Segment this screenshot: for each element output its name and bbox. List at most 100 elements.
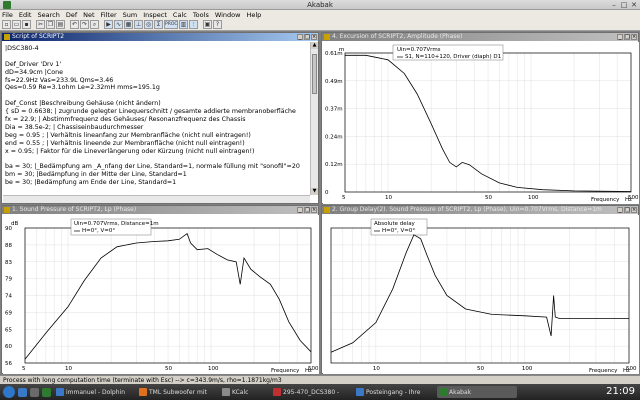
start-menu-icon[interactable]: [3, 386, 15, 398]
find-icon[interactable]: ⌕: [90, 20, 99, 29]
run-icon[interactable]: ▶: [104, 20, 113, 29]
menu-file[interactable]: File: [2, 11, 13, 19]
menu-tools[interactable]: Tools: [193, 11, 209, 19]
app-window: Akabak – □ ✕ File Edit Search Def Net Fi…: [0, 0, 640, 400]
redo-icon[interactable]: ↷: [80, 20, 89, 29]
help-icon[interactable]: ?: [213, 20, 222, 29]
spl-plot-window[interactable]: 1. Sound Pressure of SCRIPT2, Lp (Phase)…: [1, 205, 319, 374]
taskbar-item[interactable]: immanuel - Dolphin: [54, 386, 134, 398]
menu-window[interactable]: Window: [215, 11, 241, 19]
impulse-icon[interactable]: ⊥: [134, 20, 143, 29]
vertical-scrollbar[interactable]: ▲ ▼: [310, 42, 318, 195]
taskbar-item[interactable]: TML Subwoofer mit: [137, 386, 217, 398]
menu-inspect[interactable]: Inspect: [143, 11, 167, 19]
task-label: immanuel - Dolphin: [66, 388, 126, 396]
system-icon[interactable]: [30, 387, 39, 397]
toolbar-separator: [199, 20, 202, 29]
maximize-icon[interactable]: □: [624, 34, 630, 40]
taskbar-item[interactable]: 295-470_DCS380 -: [271, 386, 351, 398]
desktop-icon[interactable]: [18, 387, 27, 397]
legend-line-1: Uin=0.707Vrms, Distance=1m: [74, 221, 159, 227]
task-app-icon: [139, 388, 147, 396]
close-icon[interactable]: ×: [311, 34, 317, 40]
script-line: [5, 53, 308, 61]
close-icon[interactable]: ✕: [630, 1, 638, 9]
script-line: [5, 155, 308, 163]
excursion-plot-window[interactable]: 4. Excursion of SCRIPT2, Amplitude (Phas…: [321, 32, 639, 204]
menu-help[interactable]: Help: [246, 11, 261, 19]
script-window[interactable]: Script of SCRIPT2 _ □ × |DSC380-4 Def_Dr…: [1, 32, 319, 204]
close-icon[interactable]: ×: [631, 34, 637, 40]
y-tick-label: 65: [5, 327, 12, 333]
plot-window-icon: [324, 34, 330, 40]
graph-icon[interactable]: ∿: [114, 20, 123, 29]
scroll-thumb[interactable]: [312, 54, 317, 94]
script-line: beg = 0.95 ; | Verhältnis lineanfang zur…: [5, 131, 251, 139]
group-delay-chart: 10 50 100 500 Frequency Hz Absolute delay H…: [323, 215, 639, 374]
menu-calc[interactable]: Calc: [173, 11, 187, 19]
menu-def[interactable]: Def: [66, 11, 77, 19]
script-editor[interactable]: |DSC380-4 Def_Driver 'Drv 1' dD=34.9cm |C…: [3, 42, 310, 195]
print-icon[interactable]: ▣: [203, 20, 212, 29]
maximize-icon[interactable]: □: [620, 1, 628, 9]
maximize-icon[interactable]: □: [304, 207, 310, 213]
script-line: Qes=0.59 Re=3.1ohm Le=2.32mH mms=195.1g: [5, 84, 160, 92]
menu-edit[interactable]: Edit: [19, 11, 32, 19]
table-icon[interactable]: ▦: [124, 20, 133, 29]
spl-chart: 908883797469656056 5 10 50 100 500 dB Freque…: [3, 215, 319, 374]
menu-filter[interactable]: Filter: [101, 11, 117, 19]
polar-icon[interactable]: ◎: [144, 20, 153, 29]
contour-icon[interactable]: ▥: [179, 20, 188, 29]
task-label: Posteingang - Ihre: [366, 388, 421, 396]
scroll-down-icon[interactable]: ▼: [311, 188, 318, 195]
cut-icon[interactable]: ✂: [36, 20, 45, 29]
legend-line-1: Absolute delay: [374, 221, 416, 227]
close-icon[interactable]: ×: [311, 207, 317, 213]
group-delay-plot-window[interactable]: 2. Group Delay(2). Sound Pressure of SCR…: [321, 205, 639, 374]
spl-window-title[interactable]: 1. Sound Pressure of SCRIPT2, Lp (Phase): [2, 206, 318, 214]
save-icon[interactable]: ▪: [22, 20, 31, 29]
open-folder-icon[interactable]: ▭: [12, 20, 21, 29]
excursion-window-title[interactable]: 4. Excursion of SCRIPT2, Amplitude (Phas…: [322, 33, 638, 41]
minimize-icon[interactable]: _: [297, 207, 303, 213]
y-tick-label: 0.49m: [325, 79, 343, 85]
x-tick-label: 10: [385, 195, 392, 201]
task-app-icon: [56, 388, 64, 396]
filter-icon[interactable]: ⫶: [189, 20, 198, 29]
taskbar: immanuel - Dolphin TML Subwoofer mit KCalc…: [0, 384, 640, 400]
minimize-icon[interactable]: _: [297, 34, 303, 40]
task-label: TML Subwoofer mit: [149, 388, 207, 396]
script-window-controls: _ □ ×: [296, 34, 317, 40]
x-tick-label: 100: [522, 366, 533, 372]
paste-icon[interactable]: ▤: [56, 20, 65, 29]
y-tick-label: 0: [325, 190, 329, 196]
taskbar-item[interactable]: KCalc: [220, 386, 268, 398]
undo-icon[interactable]: ↶: [70, 20, 79, 29]
maximize-icon[interactable]: □: [304, 34, 310, 40]
minimize-icon[interactable]: –: [610, 1, 618, 9]
maximize-icon[interactable]: □: [624, 207, 630, 213]
y-tick-label: 0.24m: [325, 134, 343, 140]
horizontal-scrollbar[interactable]: [3, 195, 310, 203]
taskbar-item[interactable]: Akabak: [437, 386, 517, 398]
new-file-icon[interactable]: ▫: [2, 20, 11, 29]
copy-icon[interactable]: ❐: [46, 20, 55, 29]
scroll-up-icon[interactable]: ▲: [311, 42, 318, 49]
minimize-icon[interactable]: _: [617, 34, 623, 40]
menu-sum[interactable]: Sum: [123, 11, 138, 19]
sum-icon[interactable]: Σ: [154, 20, 163, 29]
close-icon[interactable]: ×: [631, 207, 637, 213]
menu-net[interactable]: Net: [83, 11, 94, 19]
group-delay-window-title[interactable]: 2. Group Delay(2). Sound Pressure of SCR…: [322, 206, 638, 214]
spl-window-controls: _ □ ×: [296, 207, 317, 213]
y-tick-label: 0.12m: [325, 162, 343, 168]
taskbar-item[interactable]: Posteingang - Ihre: [354, 386, 434, 398]
script-window-title[interactable]: Script of SCRIPT2: [2, 33, 318, 41]
minimize-icon[interactable]: _: [617, 207, 623, 213]
network-icon[interactable]: [42, 387, 51, 397]
task-label: 295-470_DCS380 -: [283, 388, 340, 396]
x-axis-label: Frequency: [271, 368, 300, 374]
proc-icon[interactable]: PROC: [164, 20, 178, 29]
menu-search[interactable]: Search: [37, 11, 59, 19]
window-title: Akabak: [307, 1, 333, 9]
